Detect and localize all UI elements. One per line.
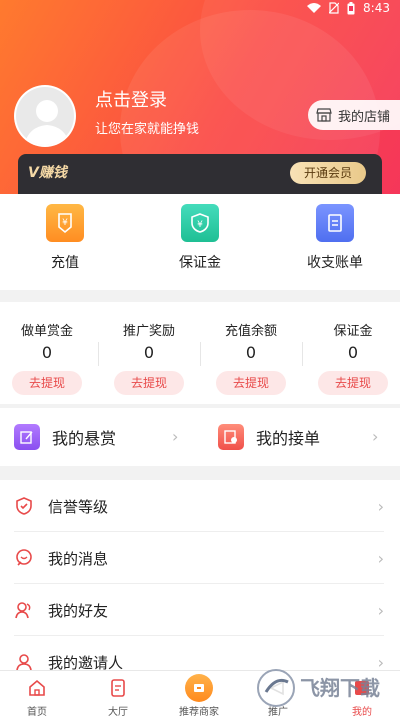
menu-item-friends[interactable]: 我的好友 › [0, 584, 400, 636]
bottom-tab-bar: 首页 大厅 推荐商家 推广 我的 [0, 670, 400, 717]
chevron-right-icon: › [172, 427, 179, 446]
tab-label: 我的 [352, 707, 372, 717]
inviter-icon [16, 654, 32, 670]
bill-icon [316, 204, 354, 242]
stat-label: 做单赏金 [20, 324, 73, 339]
chevron-right-icon: › [377, 600, 384, 620]
bill-button[interactable]: 收支账单 [285, 204, 385, 272]
stat-bounty: 做单赏金 0 去提现 [0, 320, 97, 395]
message-icon [16, 549, 32, 566]
login-title[interactable]: 点击登录 [95, 86, 167, 112]
open-vip-button[interactable]: 开通会员 [290, 162, 366, 184]
menu-item-label: 信誉等级 [48, 497, 109, 516]
my-orders-button[interactable]: 我的接单 [218, 408, 320, 466]
stat-promotion: 推广奖励 0 去提现 [99, 320, 199, 395]
menu-item-label: 我的邀请人 [48, 653, 124, 671]
task-shortcuts: 我的悬赏 › 我的接单 › [0, 408, 400, 466]
tab-label: 推广 [268, 707, 288, 717]
chevron-right-icon: › [377, 652, 384, 671]
chevron-right-icon: › [377, 548, 384, 568]
merchant-icon [185, 674, 213, 702]
battery-icon [347, 1, 355, 14]
my-shop-button[interactable]: 我的店铺 [308, 100, 400, 130]
my-bounty-button[interactable]: 我的悬赏 [14, 408, 116, 466]
no-sim-icon [329, 2, 340, 14]
stat-label: 推广奖励 [122, 324, 175, 339]
vip-bar: V赚钱 开通会员 [18, 154, 382, 194]
home-icon [29, 679, 45, 696]
stat-value: 0 [245, 343, 257, 362]
tab-promote[interactable]: 推广 [238, 673, 318, 717]
menu-item-messages[interactable]: 我的消息 › [0, 532, 400, 584]
svg-text:¥: ¥ [197, 220, 203, 230]
chevron-right-icon: › [377, 496, 384, 516]
deposit-button[interactable]: ¥ 保证金 [150, 204, 250, 272]
deposit-label: 保证金 [179, 255, 221, 271]
shop-icon [316, 108, 332, 122]
vip-label: V赚钱 [28, 165, 67, 181]
me-icon [355, 681, 369, 695]
stat-value: 0 [347, 343, 359, 362]
my-orders-label: 我的接单 [256, 429, 321, 448]
withdraw-button[interactable]: 去提现 [12, 371, 82, 395]
bill-label: 收支账单 [307, 255, 363, 271]
stat-label: 保证金 [333, 324, 373, 339]
stat-balance: 充值余额 0 去提现 [201, 320, 301, 395]
tab-hall[interactable]: 大厅 [78, 673, 158, 717]
clock: 8:43 [363, 1, 390, 15]
login-subtitle: 让您在家就能挣钱 [95, 122, 200, 137]
shield-icon [16, 497, 32, 515]
chevron-right-icon: › [372, 427, 379, 446]
bounty-icon [14, 424, 40, 450]
recharge-icon: ¥ [46, 204, 84, 242]
deposit-icon: ¥ [181, 204, 219, 242]
withdraw-button[interactable]: 去提现 [318, 371, 388, 395]
stat-deposit: 保证金 0 去提现 [303, 320, 400, 395]
status-bar: 8:43 [307, 0, 390, 16]
tab-home[interactable]: 首页 [0, 673, 77, 717]
promote-icon [269, 680, 284, 696]
menu-item-label: 我的好友 [48, 601, 109, 620]
tab-label: 推荐商家 [179, 707, 219, 717]
tab-me[interactable]: 我的 [322, 673, 400, 717]
withdraw-button[interactable]: 去提现 [216, 371, 286, 395]
wifi-icon [307, 2, 322, 13]
quick-actions: ¥ 充值 ¥ 保证金 收支账单 [0, 194, 400, 290]
svg-text:¥: ¥ [62, 218, 68, 228]
tab-merchants[interactable]: 推荐商家 [159, 673, 239, 717]
recharge-label: 充值 [51, 255, 79, 271]
menu-item-inviter[interactable]: 我的邀请人 › [0, 636, 400, 670]
tab-label: 首页 [27, 707, 47, 717]
stat-value: 0 [143, 343, 155, 362]
stat-value: 0 [41, 343, 53, 362]
my-shop-label: 我的店铺 [338, 109, 391, 125]
my-bounty-label: 我的悬赏 [52, 429, 117, 448]
withdraw-button[interactable]: 去提现 [114, 371, 184, 395]
friends-icon [15, 602, 31, 619]
hall-icon [111, 679, 125, 697]
avatar[interactable] [14, 85, 76, 147]
menu-item-credit[interactable]: 信誉等级 › [0, 480, 400, 532]
menu-item-label: 我的消息 [48, 549, 109, 568]
recharge-button[interactable]: ¥ 充值 [15, 204, 115, 272]
menu-list: 信誉等级 › 我的消息 › 我的好友 › 我的邀请人 › [0, 480, 400, 670]
earnings-stats: 做单赏金 0 去提现 推广奖励 0 去提现 充值余额 0 去提现 保证金 0 去… [0, 302, 400, 404]
orders-icon [218, 424, 244, 450]
tab-label: 大厅 [108, 707, 128, 717]
stat-label: 充值余额 [224, 324, 277, 339]
